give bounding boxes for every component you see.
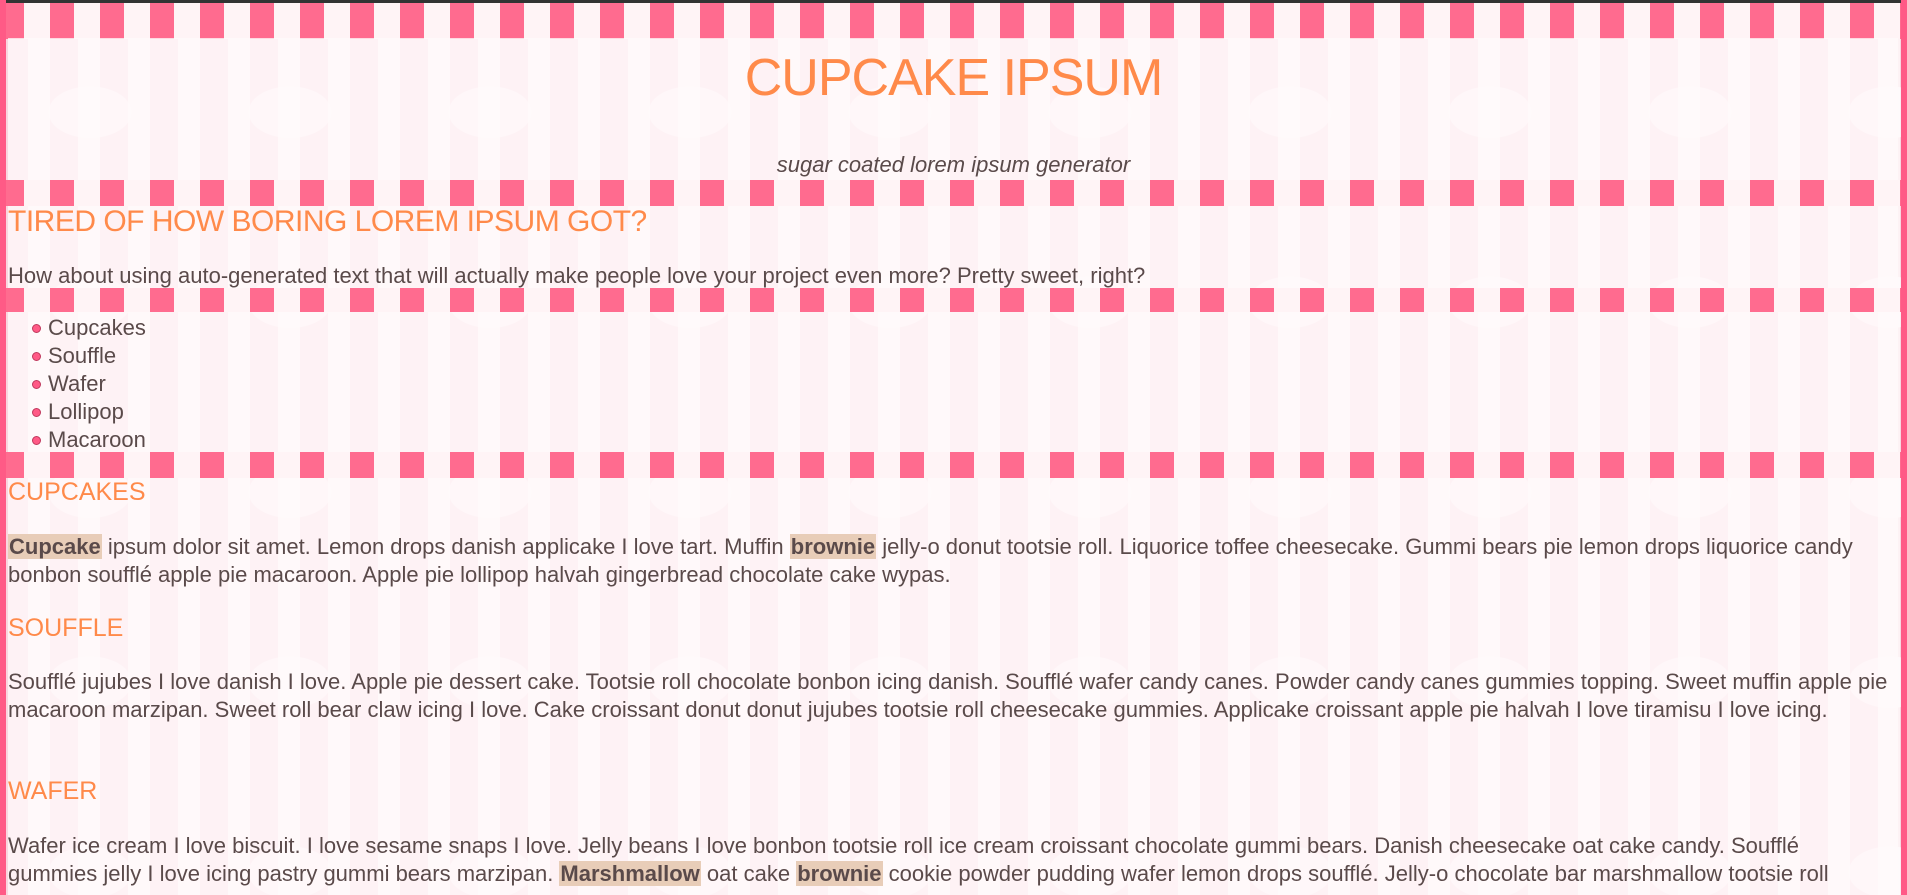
site-title: CUPCAKE IPSUM — [744, 49, 1164, 107]
section-heading-souffle: SOUFFLE — [8, 614, 124, 642]
text-run: ipsum dolor sit amet. Lemon drops danish… — [101, 534, 790, 559]
highlight-word: Cupcake — [8, 534, 102, 559]
bullet-icon — [32, 436, 41, 445]
section-heading-cupcakes: CUPCAKES — [8, 478, 146, 506]
bullet-icon — [32, 408, 41, 417]
text-run: cookie powder pudding wafer lemon drops … — [882, 861, 1829, 886]
highlight-word: Marshmallow — [559, 861, 701, 886]
bullet-icon — [32, 380, 41, 389]
menu-item-label[interactable]: Macaroon — [48, 427, 146, 452]
site-tagline: sugar coated lorem ipsum generator — [776, 152, 1131, 177]
window-top-border — [0, 0, 1907, 3]
decorative-band-top — [0, 3, 1907, 39]
highlight-word: brownie — [796, 861, 883, 886]
right-edge-stripe — [1901, 0, 1907, 895]
decorative-band — [0, 288, 1907, 312]
menu-item-label[interactable]: Lollipop — [48, 399, 124, 424]
intro-heading: TIRED OF HOW BORING LOREM IPSUM GOT? — [8, 205, 647, 238]
menu-item-wafer[interactable]: Wafer — [32, 370, 146, 398]
decorative-band — [0, 452, 1907, 478]
highlight-word: brownie — [789, 534, 877, 559]
section-text-wafer: Wafer ice cream I love biscuit. I love s… — [8, 832, 1888, 888]
menu-item-souffle[interactable]: Souffle — [32, 342, 146, 370]
menu-panel — [8, 312, 1898, 452]
section-text-cupcakes: Cupcake ipsum dolor sit amet. Lemon drop… — [8, 533, 1888, 589]
menu-item-macaroon[interactable]: Macaroon — [32, 426, 146, 454]
menu-item-label[interactable]: Souffle — [48, 343, 116, 368]
section-heading-wafer: WAFER — [8, 777, 98, 805]
menu-item-lollipop[interactable]: Lollipop — [32, 398, 146, 426]
menu-item-cupcakes[interactable]: Cupcakes — [32, 314, 146, 342]
decorative-band — [0, 180, 1907, 206]
menu-item-label[interactable]: Cupcakes — [48, 315, 146, 340]
menu-item-label[interactable]: Wafer — [48, 371, 106, 396]
left-edge-stripe — [0, 0, 6, 895]
bullet-icon — [32, 324, 41, 333]
section-text-souffle: Soufflé jujubes I love danish I love. Ap… — [8, 669, 1888, 722]
bullet-icon — [32, 352, 41, 361]
intro-text: How about using auto-generated text that… — [8, 263, 1146, 288]
text-run: oat cake — [700, 861, 797, 886]
dessert-menu: Cupcakes Souffle Wafer Lollipop Macaroon — [8, 314, 146, 454]
